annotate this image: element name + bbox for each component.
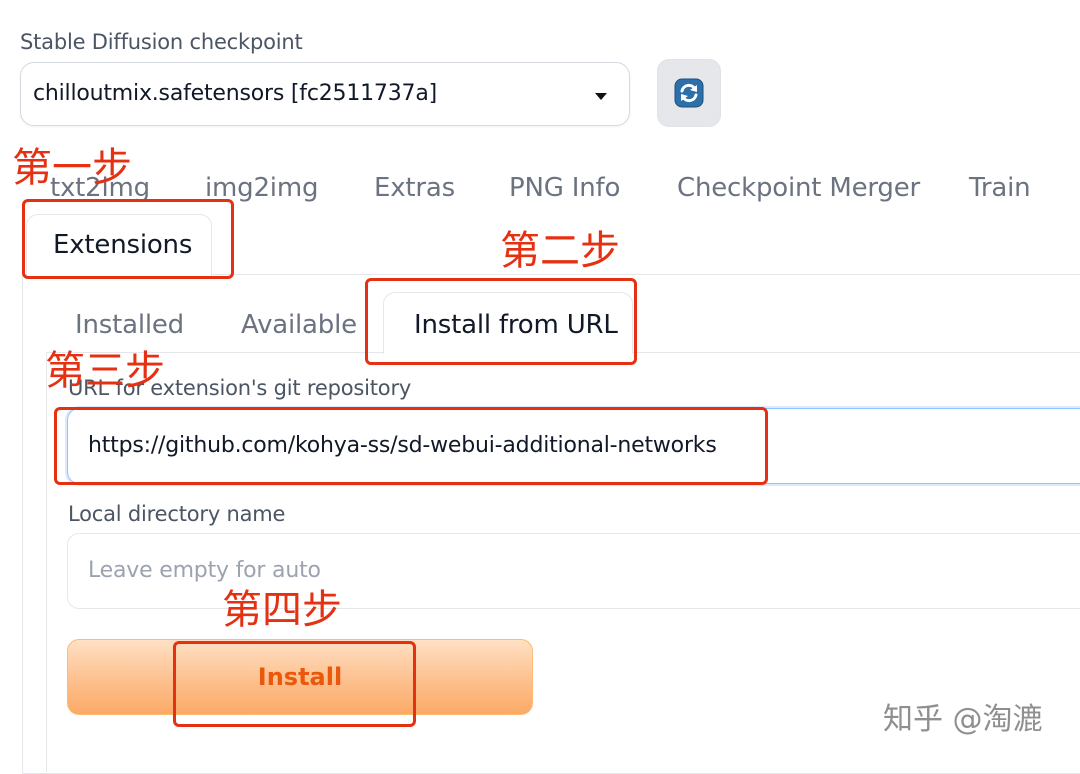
tab-installed[interactable]: Installed: [75, 310, 184, 340]
watermark: 知乎 @淘漉: [883, 702, 1043, 737]
step2-highlight-box: [365, 278, 637, 365]
step3-highlight-box: [54, 407, 768, 485]
step1-highlight-box: [22, 199, 234, 279]
checkpoint-dropdown[interactable]: chilloutmix.safetensors [fc2511737a]: [20, 62, 630, 126]
checkpoint-value: chilloutmix.safetensors [fc2511737a]: [33, 81, 437, 106]
directory-field-label: Local directory name: [68, 502, 286, 526]
tab-extras[interactable]: Extras: [374, 173, 455, 203]
step4-annotation: 第四步: [222, 587, 342, 633]
tab-available[interactable]: Available: [241, 310, 357, 340]
tab-checkpoint-merger[interactable]: Checkpoint Merger: [677, 173, 920, 203]
refresh-icon: [674, 78, 704, 108]
tab-train[interactable]: Train: [969, 173, 1031, 203]
step3-annotation: 第三步: [45, 348, 165, 394]
step2-annotation: 第二步: [500, 228, 620, 274]
directory-input-placeholder: Leave empty for auto: [88, 558, 321, 583]
step4-highlight-box: [173, 641, 416, 727]
tab-png-info[interactable]: PNG Info: [509, 173, 620, 203]
refresh-button[interactable]: [657, 59, 721, 127]
directory-input[interactable]: Leave empty for auto: [67, 533, 1080, 609]
checkpoint-label: Stable Diffusion checkpoint: [20, 30, 303, 54]
chevron-down-icon: [595, 93, 607, 100]
step1-annotation: 第一步: [12, 145, 132, 191]
